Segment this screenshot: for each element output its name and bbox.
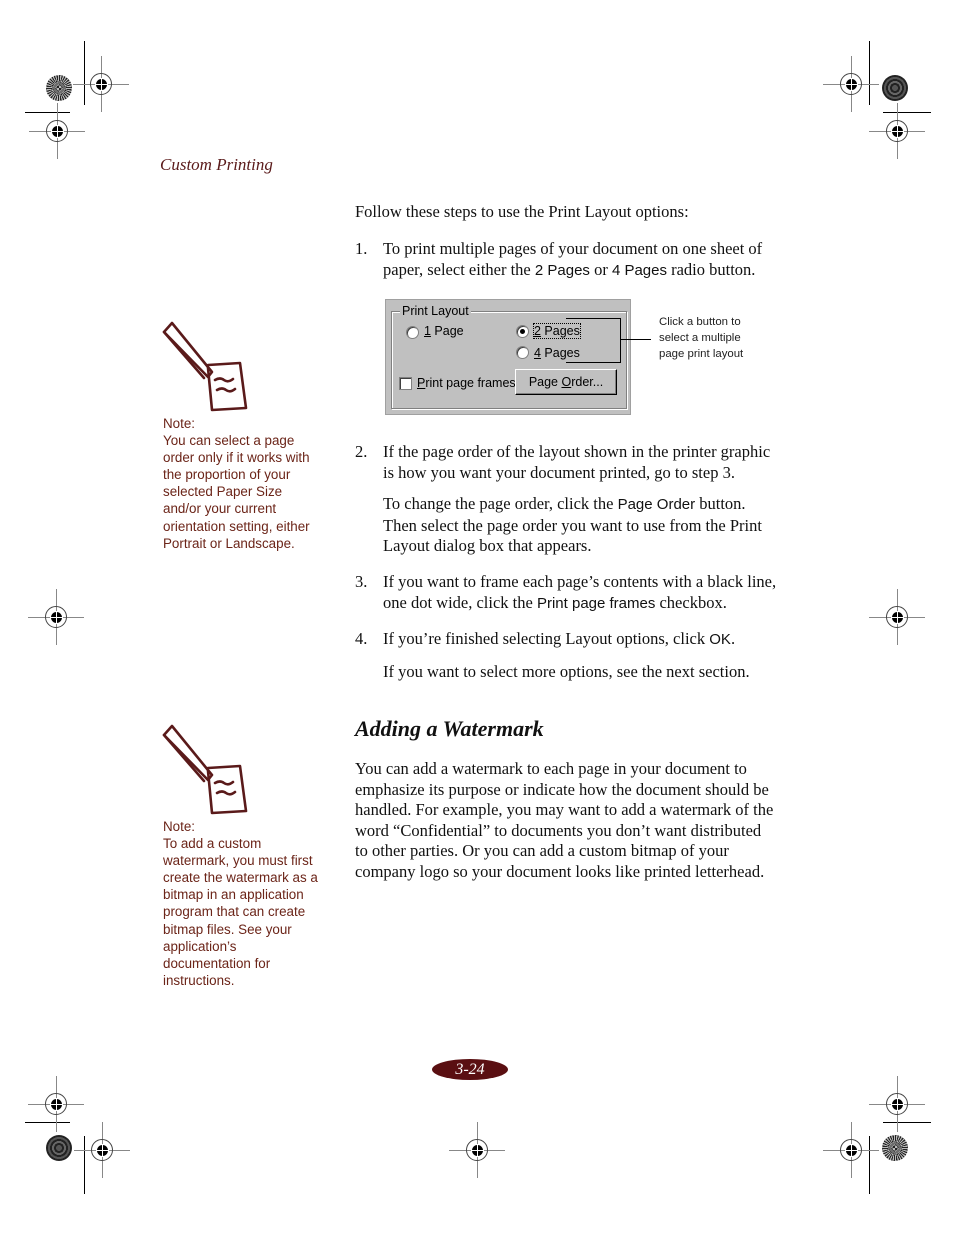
print-page-frames-label[interactable]: Print page frames — [417, 376, 516, 390]
step-line: If the page order of the layout shown in… — [383, 442, 771, 461]
print-page-frames-checkbox[interactable] — [399, 377, 412, 390]
radio-1-page[interactable] — [406, 326, 419, 339]
callout-line — [566, 362, 621, 363]
radio-4-pages[interactable] — [516, 346, 529, 359]
page-order-button[interactable]: Page Order... — [515, 369, 617, 395]
ui-term: Print page frames — [536, 594, 656, 612]
callout-line — [621, 339, 651, 340]
note-pencil-icon — [162, 321, 248, 412]
step-number: 1. — [355, 239, 368, 258]
ui-term: OK — [709, 631, 731, 648]
star-target-icon — [882, 75, 908, 101]
star-target-icon — [46, 75, 72, 101]
callout-line — [620, 318, 621, 363]
step-line: If you want to frame each page’s content… — [383, 572, 777, 591]
step-line: To print multiple pages of your document… — [383, 239, 763, 258]
crop-line — [869, 1136, 870, 1194]
step-line: If you want to select more options, see … — [383, 661, 750, 681]
radio-4-pages-label[interactable]: 4 Pages — [534, 346, 580, 360]
step-2: 2. If the page order of the layout shown… — [355, 442, 785, 562]
step-line: To change the page order, click the Page… — [383, 494, 746, 513]
crop-line — [883, 112, 931, 113]
star-target-icon — [46, 1135, 72, 1161]
step-1: 1. To print multiple pages of your docum… — [355, 239, 785, 281]
note-1: Note: You can select a page order only i… — [163, 415, 328, 552]
radio-2-pages-label[interactable]: 2 Pages — [533, 323, 581, 339]
section-body: You can add a watermark to each page in … — [355, 759, 774, 881]
ui-term: 2 Pages — [534, 261, 590, 279]
step-line: Then select the page order you want to u… — [383, 515, 762, 535]
note-title: Note: — [163, 819, 196, 834]
ui-term: 4 Pages — [611, 261, 667, 279]
note-pencil-icon — [162, 724, 248, 815]
crop-line — [25, 1122, 70, 1123]
callout-line — [566, 318, 621, 319]
crop-line — [25, 112, 70, 113]
section-heading: Adding a Watermark — [355, 716, 544, 741]
star-target-icon — [882, 1135, 908, 1161]
radio-2-pages[interactable] — [516, 325, 529, 338]
step-number: 3. — [355, 572, 368, 591]
page-number: 3-24 — [432, 1059, 508, 1080]
step-number: 4. — [355, 629, 368, 648]
step-line: is how you want your document printed, g… — [383, 462, 735, 482]
print-layout-group: Print Layout 1 Page 2 Pages 4 Pages Prin… — [391, 304, 627, 409]
note-2: Note: To add a custom watermark, you mus… — [163, 818, 328, 989]
step-number: 2. — [355, 442, 368, 461]
crop-line — [84, 41, 85, 105]
running-head: Custom Printing — [160, 155, 273, 174]
print-layout-dialog: Print Layout 1 Page 2 Pages 4 Pages Prin… — [385, 299, 631, 415]
ui-term: Page Order — [617, 496, 696, 513]
intro-text: Follow these steps to use the Print Layo… — [355, 202, 689, 221]
step-line: Layout dialog box that appears. — [383, 536, 592, 555]
step-3: 3. If you want to frame each page’s cont… — [355, 572, 785, 614]
step-line: one dot wide, click the Print page frame… — [383, 592, 727, 612]
group-title: Print Layout — [400, 304, 471, 318]
step-4: 4. If you’re finished selecting Layout o… — [355, 629, 785, 689]
note-title: Note: — [163, 416, 196, 431]
crop-line — [883, 1122, 931, 1123]
step-line: paper, select either the 2 Pages or 4 Pa… — [383, 259, 756, 279]
callout-text: Click a button to select a multiple page… — [659, 316, 744, 360]
radio-1-page-label[interactable]: 1 Page — [424, 324, 464, 338]
step-line: If you’re finished selecting Layout opti… — [383, 629, 736, 648]
crop-line — [84, 1136, 85, 1194]
crop-line — [869, 41, 870, 105]
